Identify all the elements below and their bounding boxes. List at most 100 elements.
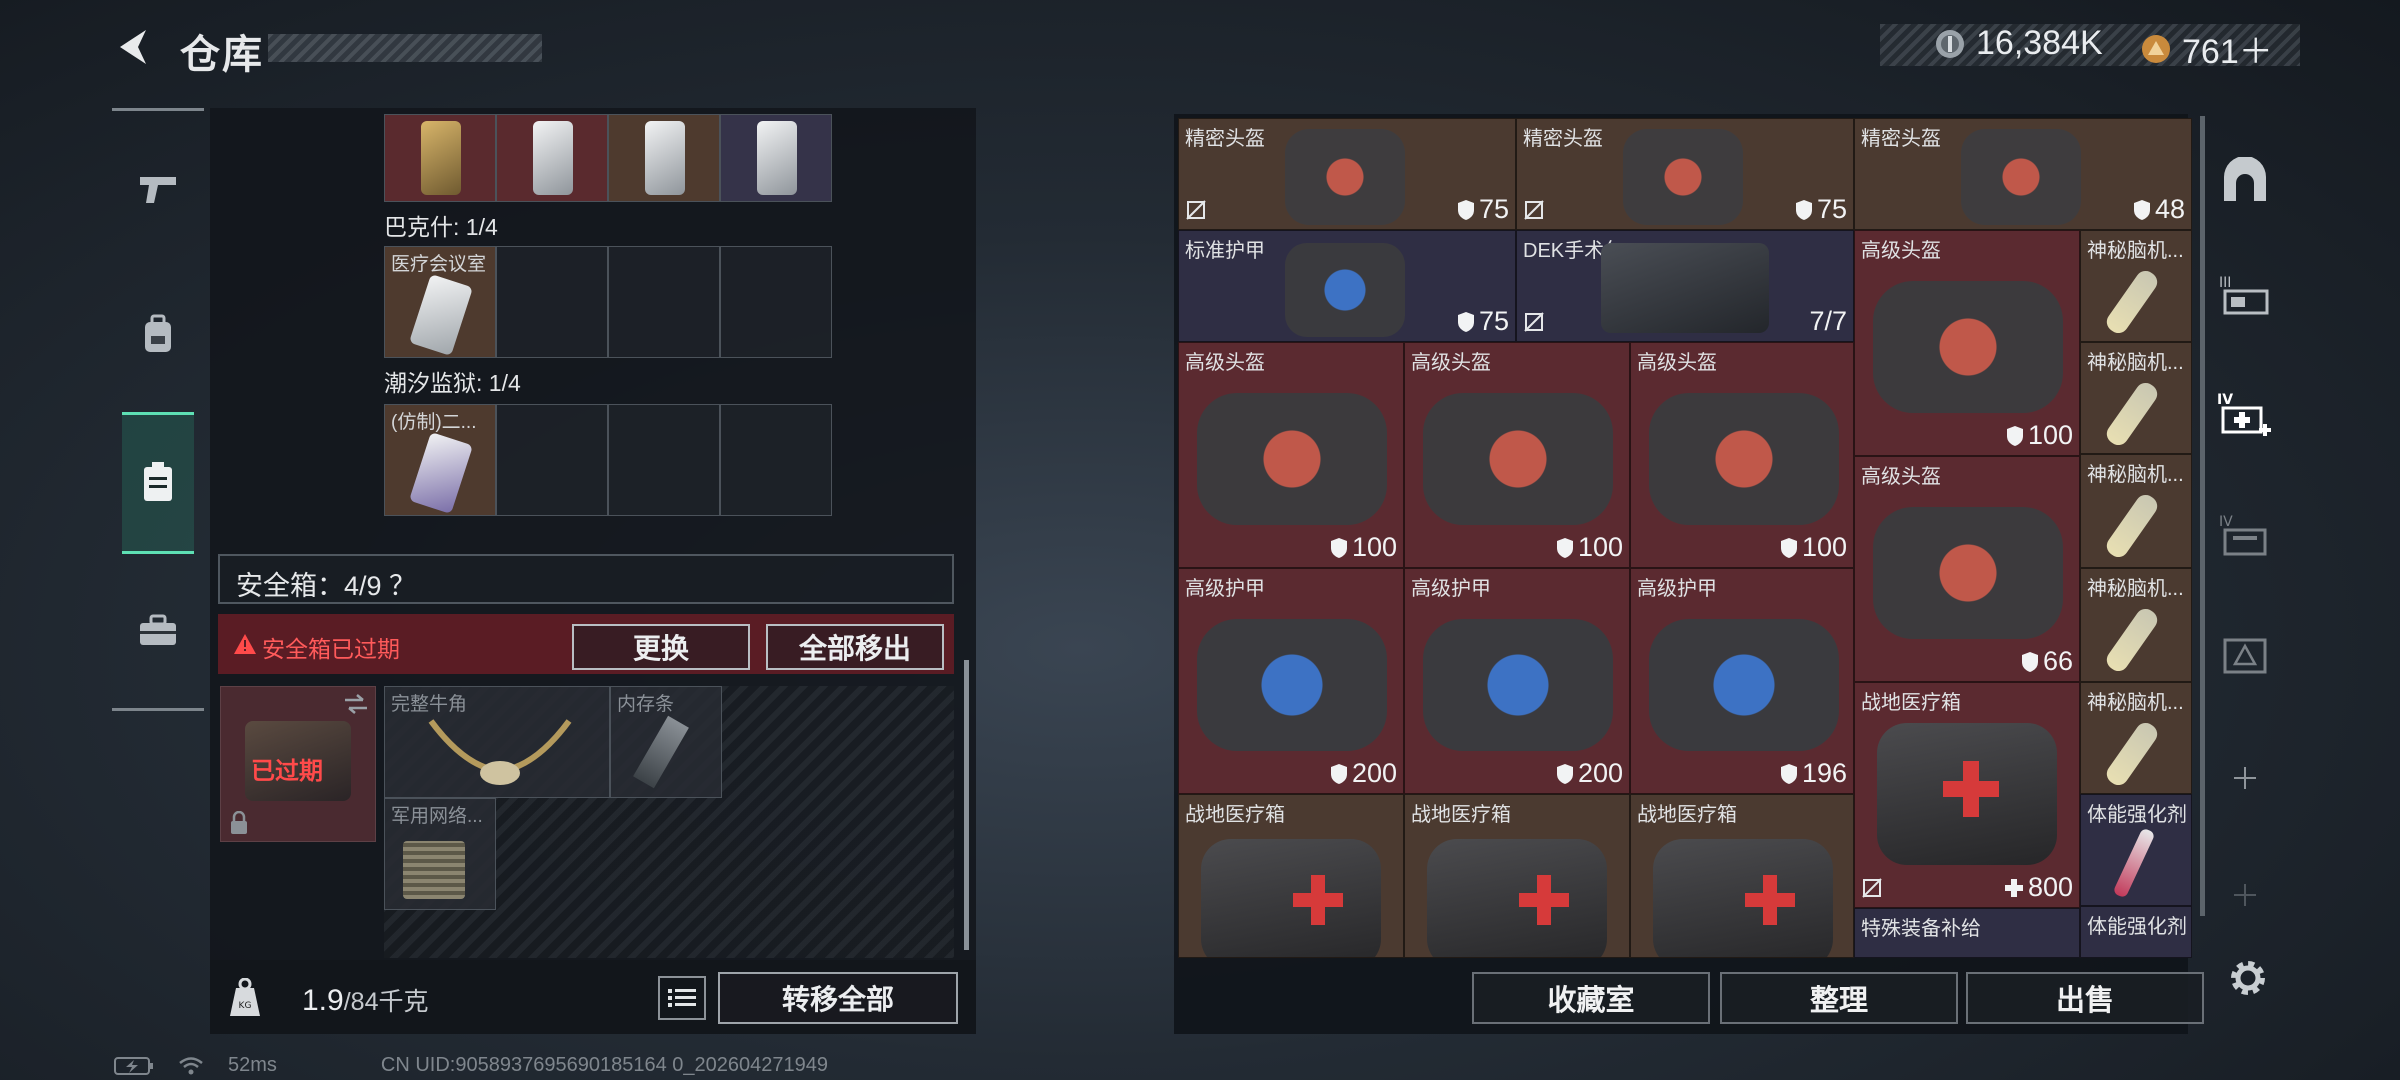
nav-storage-4-add[interactable]: IV (2200, 364, 2290, 464)
svg-text:IV: IV (2217, 392, 2233, 408)
collection-slot[interactable] (496, 114, 608, 202)
lock-icon (231, 811, 247, 834)
collection-slot[interactable] (608, 114, 720, 202)
weight-max: /84千克 (343, 988, 429, 1016)
nav-storage[interactable] (122, 412, 194, 554)
inventory-item[interactable]: 高级护甲 200 (1404, 568, 1630, 794)
helmet-icon (1873, 281, 2063, 413)
safe-box-slot[interactable]: 已过期 (220, 686, 376, 842)
item-name: 高级头盔 (1185, 352, 1265, 374)
horn-icon (428, 719, 572, 785)
armor-icon (1649, 619, 1839, 751)
add-storage-button[interactable] (2200, 728, 2290, 828)
points-balance[interactable]: 761＋ (2140, 24, 2273, 73)
inventory-item[interactable]: 特殊装备补给 (1854, 908, 2080, 958)
inventory-item[interactable]: 战地医疗箱 800 (1854, 682, 2080, 908)
keycard-icon (408, 431, 474, 515)
helmet-icon (1423, 393, 1613, 525)
swap-icon[interactable] (343, 693, 369, 715)
collection-label: 潮汐监狱: 1/4 (384, 370, 521, 396)
empty-slot[interactable] (608, 404, 720, 516)
inventory-item[interactable]: 神秘脑机... (2080, 342, 2192, 454)
collection-slot[interactable]: 医疗会议室 (384, 246, 496, 358)
inventory-item[interactable]: 高级头盔 100 (1630, 342, 1854, 568)
inventory-item[interactable]: 战地医疗箱 (1630, 794, 1854, 958)
empty-slot[interactable] (608, 246, 720, 358)
inventory-item[interactable]: 战地医疗箱 (1178, 794, 1404, 958)
nav-equipment[interactable] (112, 280, 204, 390)
coin-icon (1936, 29, 1964, 58)
organize-button[interactable]: 整理 (1720, 972, 1958, 1024)
safe-item[interactable]: 军用网络... (384, 798, 496, 910)
storage-tier-icon (2223, 638, 2267, 674)
item-name: 特殊装备补给 (1861, 918, 1981, 940)
replace-button[interactable]: 更换 (572, 624, 750, 670)
inventory-item[interactable]: 神秘脑机... (2080, 568, 2192, 682)
safe-box-label[interactable]: 安全箱：4/9 ？ (236, 564, 416, 603)
inventory-item[interactable]: 神秘脑机... (2080, 230, 2192, 342)
empty-slot[interactable] (496, 404, 608, 516)
storage-tier-icon: III (2219, 275, 2269, 315)
inventory-item[interactable]: 体能强化剂 (2080, 794, 2192, 906)
collection-slot[interactable] (720, 114, 832, 202)
scrollbar[interactable] (964, 660, 969, 950)
add-storage-button[interactable] (2200, 850, 2290, 940)
back-arrow-icon (120, 30, 146, 64)
coin-balance[interactable]: 16,384K (1934, 24, 2103, 63)
nav-storage-4[interactable]: IV (2200, 484, 2290, 584)
shield-icon (1330, 537, 1347, 558)
back-button[interactable] (108, 22, 158, 72)
empty-slot[interactable] (720, 404, 832, 516)
inventory-item[interactable]: 高级护甲 200 (1178, 568, 1404, 794)
item-name: 神秘脑机... (2087, 692, 2184, 714)
inventory-item[interactable]: 精密头盔 48 (1854, 118, 2192, 230)
shield-icon (1330, 763, 1347, 784)
coin-amount: 16,384K (1976, 24, 2103, 62)
status-footer: 52ms CN UID:9058937695690185164 0_202604… (114, 1054, 828, 1077)
collection-slot[interactable] (384, 114, 496, 202)
inventory-item[interactable]: 标准护甲 75 (1178, 230, 1516, 342)
safe-item[interactable]: 完整牛角 (384, 686, 610, 798)
nav-storage-3[interactable]: III (2200, 244, 2290, 344)
empty-slot[interactable] (720, 246, 832, 358)
inventory-item[interactable]: 高级头盔 100 (1404, 342, 1630, 568)
transfer-all-button[interactable]: 转移全部 (718, 972, 958, 1024)
inventory-item[interactable]: 战地医疗箱 (1404, 794, 1630, 958)
nav-home-storage[interactable] (2200, 130, 2290, 230)
nav-storage-warning[interactable] (2200, 604, 2290, 704)
collection-slot[interactable]: (仿制)二... (384, 404, 496, 516)
points-amount: 761＋ (2182, 33, 2273, 71)
settings-button[interactable] (2224, 954, 2272, 1002)
inventory-item[interactable]: 神秘脑机... (2080, 682, 2192, 794)
inventory-item[interactable]: DEK手术包 7/7 (1516, 230, 1854, 342)
inventory-item[interactable]: 高级头盔 100 (1178, 342, 1404, 568)
durability: 100 (1330, 532, 1397, 563)
nav-toolbox[interactable] (112, 576, 204, 686)
item-name: 神秘脑机... (2087, 240, 2184, 262)
inventory-item[interactable]: 高级护甲 196 (1630, 568, 1854, 794)
item-value: 100 (2027, 420, 2073, 450)
item-name: 精密头盔 (1861, 128, 1941, 150)
sell-button[interactable]: 出售 (1966, 972, 2204, 1024)
shield-icon (1556, 763, 1573, 784)
inventory-item[interactable]: 神秘脑机... (2080, 454, 2192, 568)
safe-item[interactable]: 内存条 (610, 686, 722, 798)
inventory-item[interactable]: 精密头盔 75 (1178, 118, 1516, 230)
inventory-item[interactable]: 高级头盔 100 (1854, 230, 2080, 456)
box-expired-label: 已过期 (251, 758, 323, 785)
move-all-out-button[interactable]: 全部移出 (766, 624, 944, 670)
collection-room-button[interactable]: 收藏室 (1472, 972, 1710, 1024)
inventory-item[interactable]: 高级头盔 66 (1854, 456, 2080, 682)
inventory-item[interactable]: 精密头盔 75 (1516, 118, 1854, 230)
list-view-button[interactable] (658, 976, 706, 1020)
empty-slot[interactable] (496, 246, 608, 358)
keycard-icon (408, 273, 474, 357)
item-name: (仿制)二... (391, 412, 477, 433)
safe-box-header: 安全箱：4/9 ？ (218, 554, 954, 604)
nav-weapons[interactable] (112, 134, 204, 244)
durability: 100 (2006, 420, 2073, 451)
svg-text:III: III (2219, 275, 2231, 291)
inventory-item[interactable]: 体能强化剂 (2080, 906, 2192, 958)
item-value: 48 (2154, 194, 2185, 224)
svg-text:IV: IV (2219, 514, 2233, 530)
